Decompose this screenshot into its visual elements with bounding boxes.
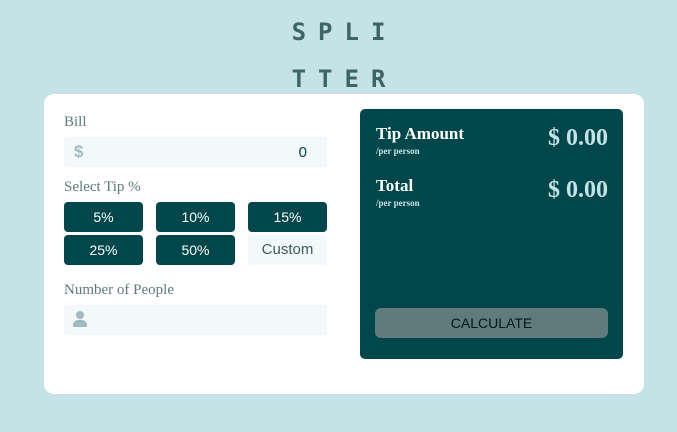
tip-amount-title: Tip Amount <box>376 124 465 143</box>
tip-10-button[interactable]: 10% <box>156 202 235 232</box>
tip-custom-input[interactable]: Custom <box>248 235 327 265</box>
bill-label: Bill <box>64 114 87 130</box>
tip-amount-subtitle: /per person <box>376 146 420 156</box>
people-label: Number of People <box>64 282 174 298</box>
dollar-icon: $ <box>74 142 84 161</box>
person-icon <box>73 311 87 327</box>
result-panel: Tip Amount /per person $ 0.00 Total /per… <box>360 109 623 359</box>
logo-line-1: SPLI <box>291 18 398 46</box>
tip-50-button[interactable]: 50% <box>156 235 235 265</box>
total-subtitle: /per person <box>376 198 420 208</box>
tip-25-button[interactable]: 25% <box>64 235 143 265</box>
people-input[interactable] <box>64 305 327 335</box>
tip-label: Select Tip % <box>64 179 141 195</box>
tip-5-button[interactable]: 5% <box>64 202 143 232</box>
bill-input[interactable]: $ 0 <box>64 137 327 167</box>
app-logo: SPLI TTER <box>0 16 677 95</box>
logo-line-2: TTER <box>291 65 398 93</box>
total-value: $ 0.00 <box>548 177 608 203</box>
calculator-card: Bill $ 0 Select Tip % 5% 10% 15% 25% 50%… <box>44 94 644 394</box>
calculate-button[interactable]: CALCULATE <box>375 308 608 338</box>
bill-value: 0 <box>298 144 307 161</box>
tip-amount-value: $ 0.00 <box>548 125 608 151</box>
total-title: Total <box>376 176 414 195</box>
tip-15-button[interactable]: 15% <box>248 202 327 232</box>
